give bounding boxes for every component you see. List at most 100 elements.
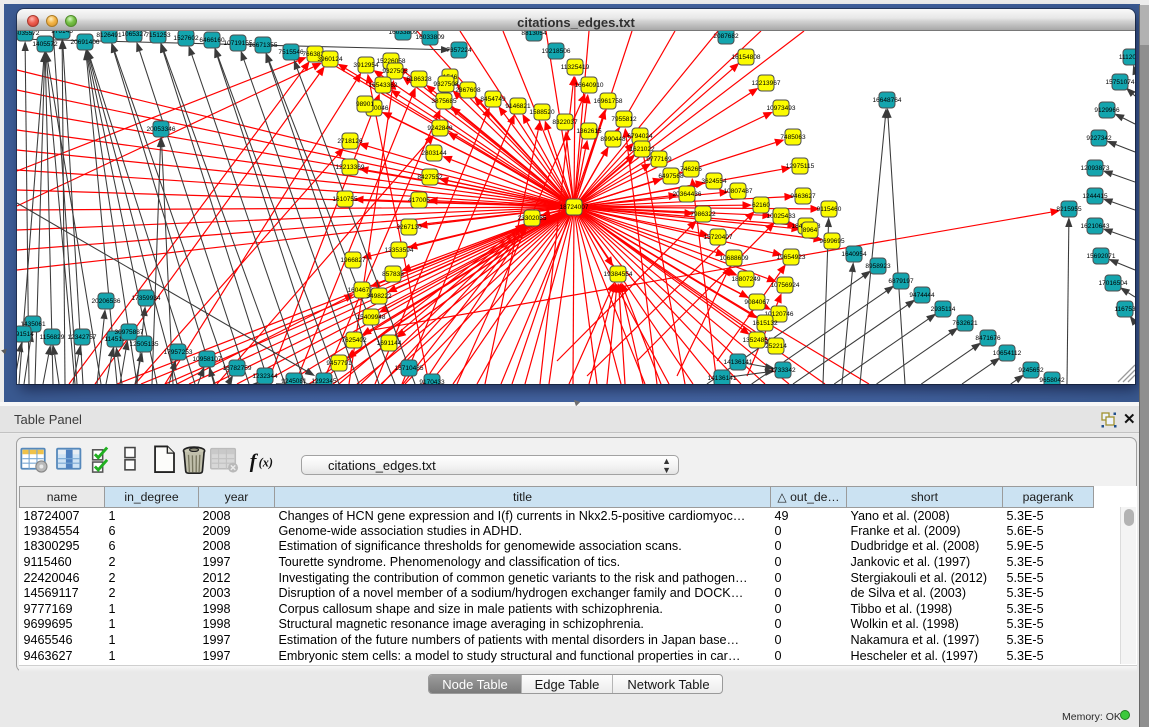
svg-text:30975887: 30975887 — [115, 329, 144, 336]
svg-text:7515546: 7515546 — [278, 49, 304, 56]
svg-text:12342757: 12342757 — [68, 334, 97, 341]
svg-text:6497568: 6497568 — [658, 173, 684, 180]
svg-text:11325419: 11325419 — [561, 64, 590, 71]
svg-text:1615132: 1615132 — [752, 320, 778, 327]
svg-text:9245081: 9245081 — [281, 378, 307, 384]
svg-text:15710485: 15710485 — [395, 365, 424, 372]
svg-text:9084067: 9084067 — [744, 299, 770, 306]
svg-text:12505135: 12505135 — [130, 341, 159, 348]
svg-text:62160: 62160 — [752, 202, 770, 209]
svg-text:3624554: 3624554 — [701, 178, 727, 185]
svg-text:2367608: 2367608 — [455, 87, 481, 94]
svg-text:2718126: 2718126 — [337, 138, 363, 145]
svg-text:2803144: 2803144 — [421, 150, 447, 157]
svg-text:(x): (x) — [259, 456, 273, 470]
svg-text:20053346: 20053346 — [147, 126, 176, 133]
svg-text:1733342: 1733342 — [770, 367, 796, 374]
svg-text:19654923: 19654923 — [777, 254, 806, 261]
svg-text:7357224: 7357224 — [446, 47, 472, 54]
svg-text:2935114: 2935114 — [931, 306, 956, 313]
svg-text:8126491: 8126491 — [96, 32, 122, 39]
svg-text:8990448: 8990448 — [600, 136, 626, 143]
svg-text:15409948: 15409948 — [357, 314, 386, 321]
svg-text:9170433: 9170433 — [419, 379, 445, 384]
svg-text:1232344: 1232344 — [252, 373, 278, 380]
svg-text:16671355: 16671355 — [249, 42, 278, 49]
svg-text:9129966: 9129966 — [1094, 107, 1120, 114]
svg-text:17016504: 17016504 — [1099, 280, 1128, 287]
svg-text:7625402: 7625402 — [341, 337, 367, 344]
svg-text:10025433: 10025433 — [767, 213, 796, 220]
svg-text:1292345: 1292345 — [311, 378, 337, 384]
svg-text:98901: 98901 — [356, 101, 374, 108]
svg-text:16154808: 16154808 — [732, 54, 761, 61]
svg-text:8454749: 8454749 — [480, 96, 506, 103]
svg-text:10688609: 10688609 — [720, 255, 749, 262]
svg-text:16648764: 16648764 — [873, 97, 902, 104]
svg-text:976145: 976145 — [51, 31, 73, 35]
svg-text:16543362: 16543362 — [369, 82, 398, 89]
svg-text:18807249: 18807249 — [732, 276, 761, 283]
svg-text:12093873: 12093873 — [1081, 165, 1110, 172]
svg-text:14136141: 14136141 — [708, 375, 737, 382]
svg-text:7151253: 7151253 — [145, 32, 171, 39]
svg-text:8964: 8964 — [803, 227, 818, 234]
svg-text:9227342: 9227342 — [1086, 135, 1112, 142]
svg-text:1405572: 1405572 — [32, 41, 58, 48]
svg-text:7955812: 7955812 — [611, 116, 637, 123]
svg-text:6794024: 6794024 — [627, 133, 653, 140]
svg-text:20691406: 20691406 — [71, 39, 100, 46]
svg-text:7632621: 7632621 — [952, 320, 978, 327]
svg-text:13353594: 13353594 — [385, 247, 414, 254]
svg-text:1156829: 1156829 — [40, 334, 65, 341]
svg-text:252214: 252214 — [765, 343, 787, 350]
svg-text:19384554: 19384554 — [604, 271, 633, 278]
svg-text:10958107: 10958107 — [193, 356, 222, 363]
svg-text:2087682: 2087682 — [713, 33, 739, 40]
svg-text:1966827: 1966827 — [340, 257, 366, 264]
svg-text:9474444: 9474444 — [909, 292, 935, 299]
svg-text:9115460: 9115460 — [817, 206, 842, 213]
svg-text:3960124: 3960124 — [317, 56, 343, 63]
svg-text:8471676: 8471676 — [975, 335, 1001, 342]
svg-text:6879197: 6879197 — [888, 278, 914, 285]
svg-text:1112053: 1112053 — [1119, 54, 1135, 61]
svg-text:6466160: 6466160 — [199, 37, 225, 44]
svg-text:9457791: 9457791 — [326, 360, 352, 367]
svg-text:19218506: 19218506 — [542, 48, 571, 55]
svg-text:12213967: 12213967 — [752, 80, 781, 87]
svg-text:16782759: 16782759 — [223, 365, 252, 372]
svg-text:14035572: 14035572 — [17, 31, 40, 37]
svg-text:17359934: 17359934 — [132, 295, 161, 302]
svg-text:12213369: 12213369 — [336, 164, 365, 171]
svg-text:1362615: 1362615 — [576, 128, 602, 135]
svg-text:116753: 116753 — [1114, 306, 1135, 313]
svg-text:16210643: 16210643 — [1081, 223, 1110, 230]
svg-text:746266: 746266 — [680, 166, 702, 173]
svg-text:1691144: 1691144 — [377, 340, 402, 347]
svg-text:15751074: 15751074 — [1106, 79, 1135, 86]
svg-text:15720407: 15720407 — [704, 234, 733, 241]
svg-text:1588520: 1588520 — [529, 109, 555, 116]
svg-text:1527602: 1527602 — [173, 35, 199, 42]
svg-text:7986322: 7986322 — [690, 211, 716, 218]
svg-text:12975115: 12975115 — [786, 163, 815, 170]
svg-text:16961758: 16961758 — [594, 98, 623, 105]
svg-text:10807487: 10807487 — [724, 188, 753, 195]
svg-text:20364436: 20364436 — [673, 191, 702, 198]
svg-text:8813054: 8813054 — [521, 31, 547, 37]
svg-text:10654112: 10654112 — [993, 350, 1022, 357]
svg-text:3912954: 3912954 — [353, 62, 379, 69]
svg-text:1244415: 1244415 — [1082, 193, 1108, 200]
svg-text:7485063: 7485063 — [780, 134, 806, 141]
svg-text:857833: 857833 — [382, 271, 404, 278]
svg-text:15692071: 15692071 — [1087, 253, 1116, 260]
svg-text:9463627: 9463627 — [790, 193, 816, 200]
svg-text:8186328: 8186328 — [406, 76, 432, 83]
svg-text:9327505: 9327505 — [382, 68, 408, 75]
svg-text:9242848: 9242848 — [427, 125, 453, 132]
svg-text:9777169: 9777169 — [646, 156, 672, 163]
svg-text:10973493: 10973493 — [767, 105, 796, 112]
svg-text:10756924: 10756924 — [771, 282, 800, 289]
svg-text:17957253: 17957253 — [164, 349, 193, 356]
